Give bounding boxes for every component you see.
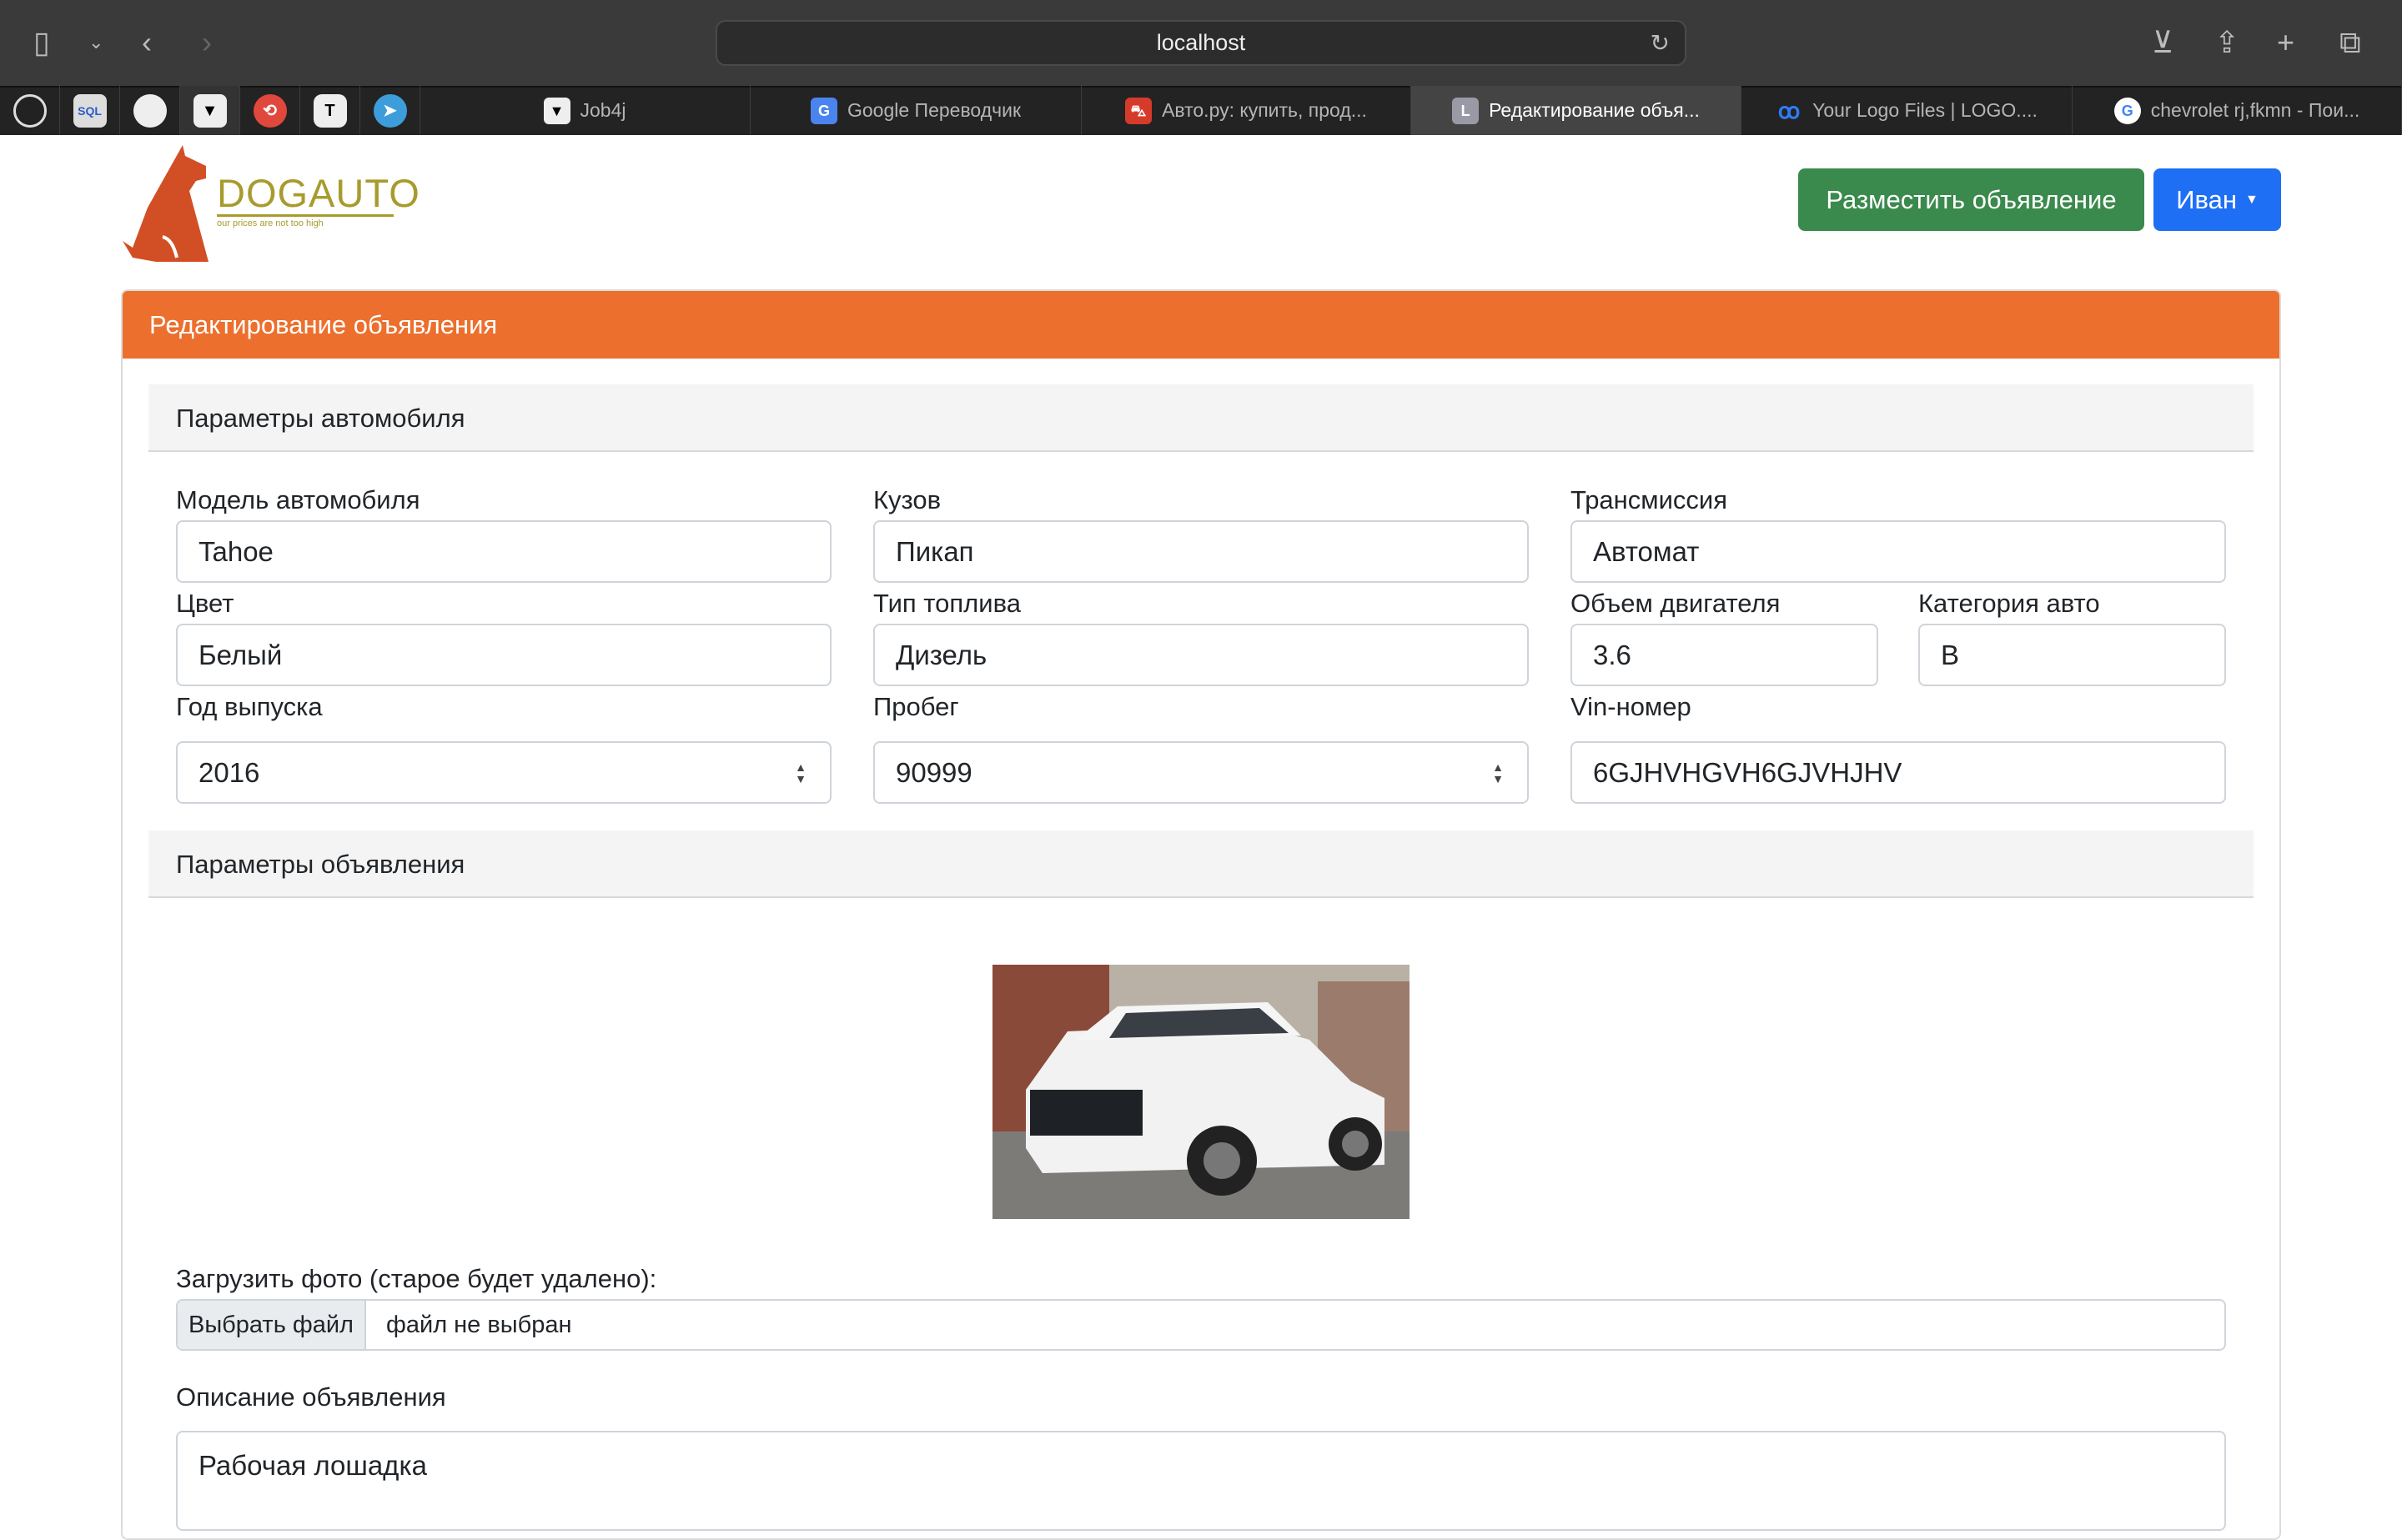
sql-cloud-icon: SQL <box>73 93 107 128</box>
fuel-input[interactable]: Дизель <box>873 624 1529 686</box>
year-input[interactable]: 2016 ▲ ▼ <box>176 741 832 804</box>
user-name: Иван <box>2176 184 2237 214</box>
reload-icon[interactable]: ↻ <box>1651 22 1670 64</box>
google-icon: G <box>2113 97 2141 124</box>
description-label: Описание объявления <box>176 1382 446 1412</box>
chevron-down-icon[interactable]: ⌄ <box>88 23 103 62</box>
model-label: Модель автомобиля <box>176 485 420 514</box>
tab-label: Авто.ру: купить, прод... <box>1162 99 1367 121</box>
tab-overview-icon[interactable]: ⧉ <box>2339 23 2361 62</box>
color-label: Цвет <box>176 589 234 618</box>
stepper-icon[interactable]: ▲ ▼ <box>1492 761 1504 785</box>
description-textarea[interactable]: Рабочая лошадка <box>176 1431 2226 1531</box>
job4j-icon: ▼ <box>193 93 227 128</box>
sidebar-toggle-icon[interactable]: ▯ <box>33 23 50 62</box>
tab-label: Google Переводчик <box>847 99 1022 121</box>
pinned-tab-red[interactable]: ⟲ <box>240 86 300 135</box>
tab-logo-files[interactable]: ꝏ Your Logo Files | LOGO.... <box>1741 86 2073 135</box>
tab-label: chevrolet rj,fkmn - Пои... <box>2150 99 2360 121</box>
tab-edit-ad[interactable]: L Редактирование объя... <box>1411 86 1741 135</box>
transmission-input[interactable]: Автомат <box>1570 520 2226 583</box>
body-label: Кузов <box>873 485 942 514</box>
tab-autoru[interactable]: ⛍ Авто.ру: купить, прод... <box>1082 86 1411 135</box>
transmission-label: Трансмиссия <box>1570 485 1728 514</box>
tab-label: Your Logo Files | LOGO.... <box>1812 99 2038 121</box>
vin-label: Vin-номер <box>1570 692 1691 721</box>
choose-file-button[interactable]: Выбрать файл <box>178 1301 366 1349</box>
autoru-icon: ⛍ <box>1125 97 1153 124</box>
mileage-label: Пробег <box>873 692 959 721</box>
category-label: Категория авто <box>1918 589 2100 618</box>
tab-job4j[interactable]: ▼ Job4j <box>420 86 751 135</box>
job4j-icon: ▼ <box>543 97 570 124</box>
share-icon[interactable]: ⇪ <box>2214 23 2239 62</box>
address-bar[interactable]: localhost ↻ <box>716 20 1686 66</box>
logo[interactable]: DOGAUTO our prices are not too high <box>123 141 420 262</box>
l-favicon-icon: L <box>1452 97 1480 124</box>
telegram-icon: ➤ <box>373 93 407 128</box>
browser-toolbar: ▯ ⌄ ‹ › localhost ↻ ⊻ ⇪ + ⧉ <box>0 0 2402 86</box>
engine-input[interactable]: 3.6 <box>1570 624 1878 686</box>
mileage-value: 90999 <box>896 757 972 788</box>
fuel-label: Тип топлива <box>873 589 1021 618</box>
logo-underline <box>217 214 394 217</box>
red-swirl-icon: ⟲ <box>253 93 287 128</box>
post-ad-button[interactable]: Разместить объявление <box>1798 168 2144 231</box>
address-text: localhost <box>1156 30 1246 55</box>
category-input[interactable]: B <box>1918 624 2226 686</box>
google-translate-icon: G <box>810 97 837 124</box>
color-input[interactable]: Белый <box>176 624 832 686</box>
pinned-tab-job4j[interactable]: ▼ <box>180 86 240 135</box>
github-check-icon <box>13 93 47 128</box>
model-input[interactable]: Tahoe <box>176 520 832 583</box>
dog-logo-icon <box>123 145 209 262</box>
tab-google-search[interactable]: Gchevrolet rj,fkmn - Пои... <box>2073 86 2402 135</box>
card-title: Редактирование объявления <box>123 291 2279 359</box>
engine-label: Объем двигателя <box>1570 589 1781 618</box>
car-params-header: Параметры автомобиля <box>148 384 2254 452</box>
tab-label: Редактирование объя... <box>1489 99 1700 121</box>
tab-label: Job4j <box>580 99 626 121</box>
logo-tagline: our prices are not too high <box>217 218 324 228</box>
car-photo <box>992 965 1410 1219</box>
tab-google-translate[interactable]: G Google Переводчик <box>751 86 1082 135</box>
body-input[interactable]: Пикап <box>873 520 1529 583</box>
year-value: 2016 <box>198 757 260 788</box>
file-status: файл не выбран <box>386 1312 572 1338</box>
vin-input[interactable]: 6GJHVHGVH6GJVHJHV <box>1570 741 2226 804</box>
pinned-tab-sql[interactable]: SQL <box>60 86 120 135</box>
stepper-icon[interactable]: ▲ ▼ <box>795 761 807 785</box>
forward-icon[interactable]: › <box>202 23 212 62</box>
file-input[interactable]: Выбрать файл файл не выбран <box>176 1299 2226 1351</box>
mileage-input[interactable]: 90999 ▲ ▼ <box>873 741 1529 804</box>
pinned-tab-github[interactable] <box>120 86 180 135</box>
t-circle-icon: T <box>313 93 347 128</box>
upload-label: Загрузить фото (старое будет удалено): <box>176 1264 657 1293</box>
pinned-tab-t[interactable]: T <box>300 86 360 135</box>
pinned-tab-github-check[interactable] <box>0 86 60 135</box>
logo-text: DOGAUTO <box>217 171 420 215</box>
year-label: Год выпуска <box>176 692 323 721</box>
pinned-tab-telegram[interactable]: ➤ <box>360 86 420 135</box>
back-icon[interactable]: ‹ <box>142 23 152 62</box>
new-tab-icon[interactable]: + <box>2277 23 2294 62</box>
github-icon <box>133 93 167 128</box>
user-menu-button[interactable]: Иван ▼ <box>2153 168 2281 231</box>
edit-ad-card: Редактирование объявления <box>121 289 2281 1540</box>
ad-params-header: Параметры объявления <box>148 830 2254 898</box>
download-icon[interactable]: ⊻ <box>2152 23 2173 62</box>
caret-down-icon: ▼ <box>2244 192 2259 207</box>
logo-files-icon: ꝏ <box>1777 98 1801 123</box>
